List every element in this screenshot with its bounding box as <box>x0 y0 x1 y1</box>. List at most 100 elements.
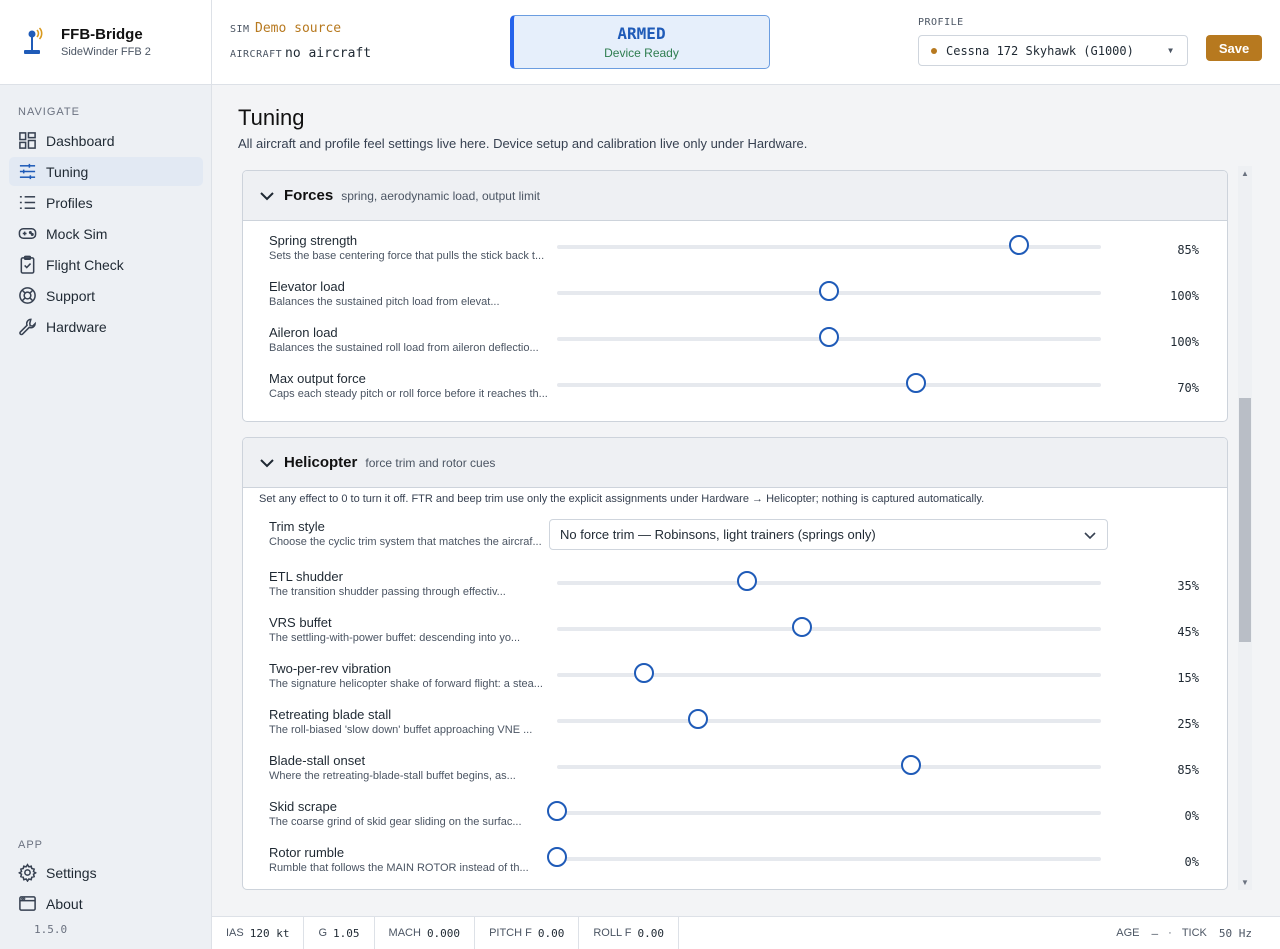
profile-dot-icon <box>931 47 937 54</box>
profile-label: PROFILE <box>918 17 964 28</box>
slider-row: Max output force Caps each steady pitch o… <box>243 371 1227 411</box>
scroll-down-icon[interactable]: ▼ <box>1241 878 1249 887</box>
slider-track[interactable] <box>557 811 1101 815</box>
slider-desc: Rumble that follows the MAIN ROTOR inste… <box>269 862 529 874</box>
stat-value: 0.00 <box>637 926 664 940</box>
helicopter-panel-header[interactable]: Helicopter force trim and rotor cues <box>243 438 1227 488</box>
slider-track[interactable] <box>557 765 1101 769</box>
app-nav-list: Settings About <box>0 858 212 920</box>
trim-style-desc: Choose the cyclic trim system that match… <box>269 536 542 548</box>
window-icon <box>19 896 36 911</box>
stat-right-group: AGE — · TICK 50 Hz <box>1116 927 1252 940</box>
nav-item-flight-check[interactable]: Flight Check <box>9 250 203 279</box>
main-scrollbar[interactable]: ▲ ▼ <box>1238 166 1252 890</box>
slider-track[interactable] <box>557 719 1101 723</box>
nav-item-mock-sim[interactable]: Mock Sim <box>9 219 203 248</box>
forces-desc: spring, aerodynamic load, output limit <box>341 188 540 203</box>
slider-label: ETL shudder <box>269 569 343 584</box>
helicopter-note: Set any effect to 0 to turn it off. FTR … <box>259 493 985 505</box>
gamepad-icon <box>18 227 37 240</box>
chevron-down-icon <box>260 191 274 200</box>
slider-thumb[interactable] <box>634 663 655 683</box>
slider-track[interactable] <box>557 581 1101 585</box>
slider-track[interactable] <box>557 383 1101 387</box>
slider-label: Retreating blade stall <box>269 707 392 722</box>
nav-item-about[interactable]: About <box>9 889 203 918</box>
slider-label: Aileron load <box>269 325 338 340</box>
stat-value: 0.00 <box>537 926 565 940</box>
forces-panel-header[interactable]: Forces spring, aerodynamic load, output … <box>243 171 1227 221</box>
brand: FFB-Bridge SideWinder FFB 2 <box>0 0 211 85</box>
nav-heading: NAVIGATE <box>18 106 80 118</box>
slider-row: VRS buffet The settling-with-power buffet… <box>243 615 1227 655</box>
nav-item-label: Settings <box>46 864 97 881</box>
slider-label: Rotor rumble <box>269 845 345 860</box>
stat-value: 120 kt <box>249 926 290 940</box>
helicopter-title: Helicopter <box>284 454 358 471</box>
profile-select[interactable]: Cessna 172 Skyhawk (G1000) ▼ <box>918 35 1188 66</box>
scroll-thumb[interactable] <box>1239 398 1251 642</box>
age-label: AGE <box>1116 927 1140 939</box>
slider-value: 70% <box>1177 381 1199 395</box>
slider-desc: The transition shudder passing through e… <box>269 586 506 598</box>
slider-value: 100% <box>1170 335 1199 349</box>
device-status: Device Ready <box>604 46 679 60</box>
slider-row: Spring strength Sets the base centering f… <box>243 233 1227 273</box>
stat-value: 1.05 <box>333 926 360 940</box>
slider-thumb[interactable] <box>547 847 567 867</box>
armed-status-card: ARMED Device Ready <box>510 15 770 69</box>
gear-icon <box>18 863 37 882</box>
slider-desc: Balances the sustained pitch load from e… <box>269 296 500 308</box>
slider-track[interactable] <box>557 857 1101 861</box>
trim-style-select[interactable]: No force trim — Robinsons, light trainer… <box>549 519 1108 550</box>
slider-thumb[interactable] <box>900 755 921 775</box>
page-title: Tuning <box>238 105 305 130</box>
nav-item-tuning[interactable]: Tuning <box>9 157 203 186</box>
save-button[interactable]: Save <box>1206 35 1262 61</box>
slider-label: Spring strength <box>269 233 358 248</box>
dashboard-icon <box>19 132 36 149</box>
aircraft-label: AIRCRAFT <box>230 49 283 60</box>
slider-track[interactable] <box>557 627 1101 631</box>
app-title: FFB-Bridge <box>61 26 143 43</box>
stat-value: 0.000 <box>426 926 461 940</box>
age-value: — <box>1151 926 1159 940</box>
slider-thumb[interactable] <box>737 571 758 591</box>
scroll-up-icon[interactable]: ▲ <box>1241 169 1249 178</box>
slider-value: 25% <box>1177 717 1199 731</box>
nav-item-hardware[interactable]: Hardware <box>9 312 203 341</box>
slider-label: Two-per-rev vibration <box>269 661 392 676</box>
nav-item-dashboard[interactable]: Dashboard <box>9 126 203 155</box>
stat-roll-f: ROLL F 0.00 <box>579 916 679 949</box>
stat-key: PITCH F <box>489 927 532 939</box>
armed-status-title: ARMED <box>617 24 666 43</box>
nav-item-support[interactable]: Support <box>9 281 203 310</box>
slider-thumb[interactable] <box>819 327 839 347</box>
stat-g: G 1.05 <box>304 916 375 949</box>
slider-label: Elevator load <box>269 279 345 294</box>
nav-item-settings[interactable]: Settings <box>9 858 203 887</box>
slider-row: Aileron load Balances the sustained roll … <box>243 325 1227 365</box>
chevron-down-icon <box>260 458 274 467</box>
sliders-icon <box>19 163 36 180</box>
clipboard-check-icon <box>20 255 35 274</box>
slider-thumb[interactable] <box>688 709 709 729</box>
slider-thumb[interactable] <box>791 617 812 637</box>
slider-row: ETL shudder The transition shudder passin… <box>243 569 1227 609</box>
stat-mach: MACH 0.000 <box>375 916 476 949</box>
slider-desc: Where the retreating-blade-stall buffet … <box>269 770 516 782</box>
list-icon <box>19 196 36 209</box>
page-subtitle: All aircraft and profile feel settings l… <box>238 136 808 151</box>
slider-thumb[interactable] <box>906 373 927 393</box>
nav-item-label: Profiles <box>46 194 93 211</box>
slider-thumb[interactable] <box>819 281 839 301</box>
slider-thumb[interactable] <box>547 801 567 821</box>
slider-value: 0% <box>1184 809 1199 823</box>
nav-item-label: Hardware <box>46 318 107 335</box>
wrench-icon <box>19 318 36 336</box>
nav-item-profiles[interactable]: Profiles <box>9 188 203 217</box>
slider-desc: Balances the sustained roll load from ai… <box>269 342 539 354</box>
slider-thumb[interactable] <box>1009 235 1030 255</box>
slider-desc: Sets the base centering force that pulls… <box>269 250 545 262</box>
forces-title: Forces <box>284 187 334 204</box>
